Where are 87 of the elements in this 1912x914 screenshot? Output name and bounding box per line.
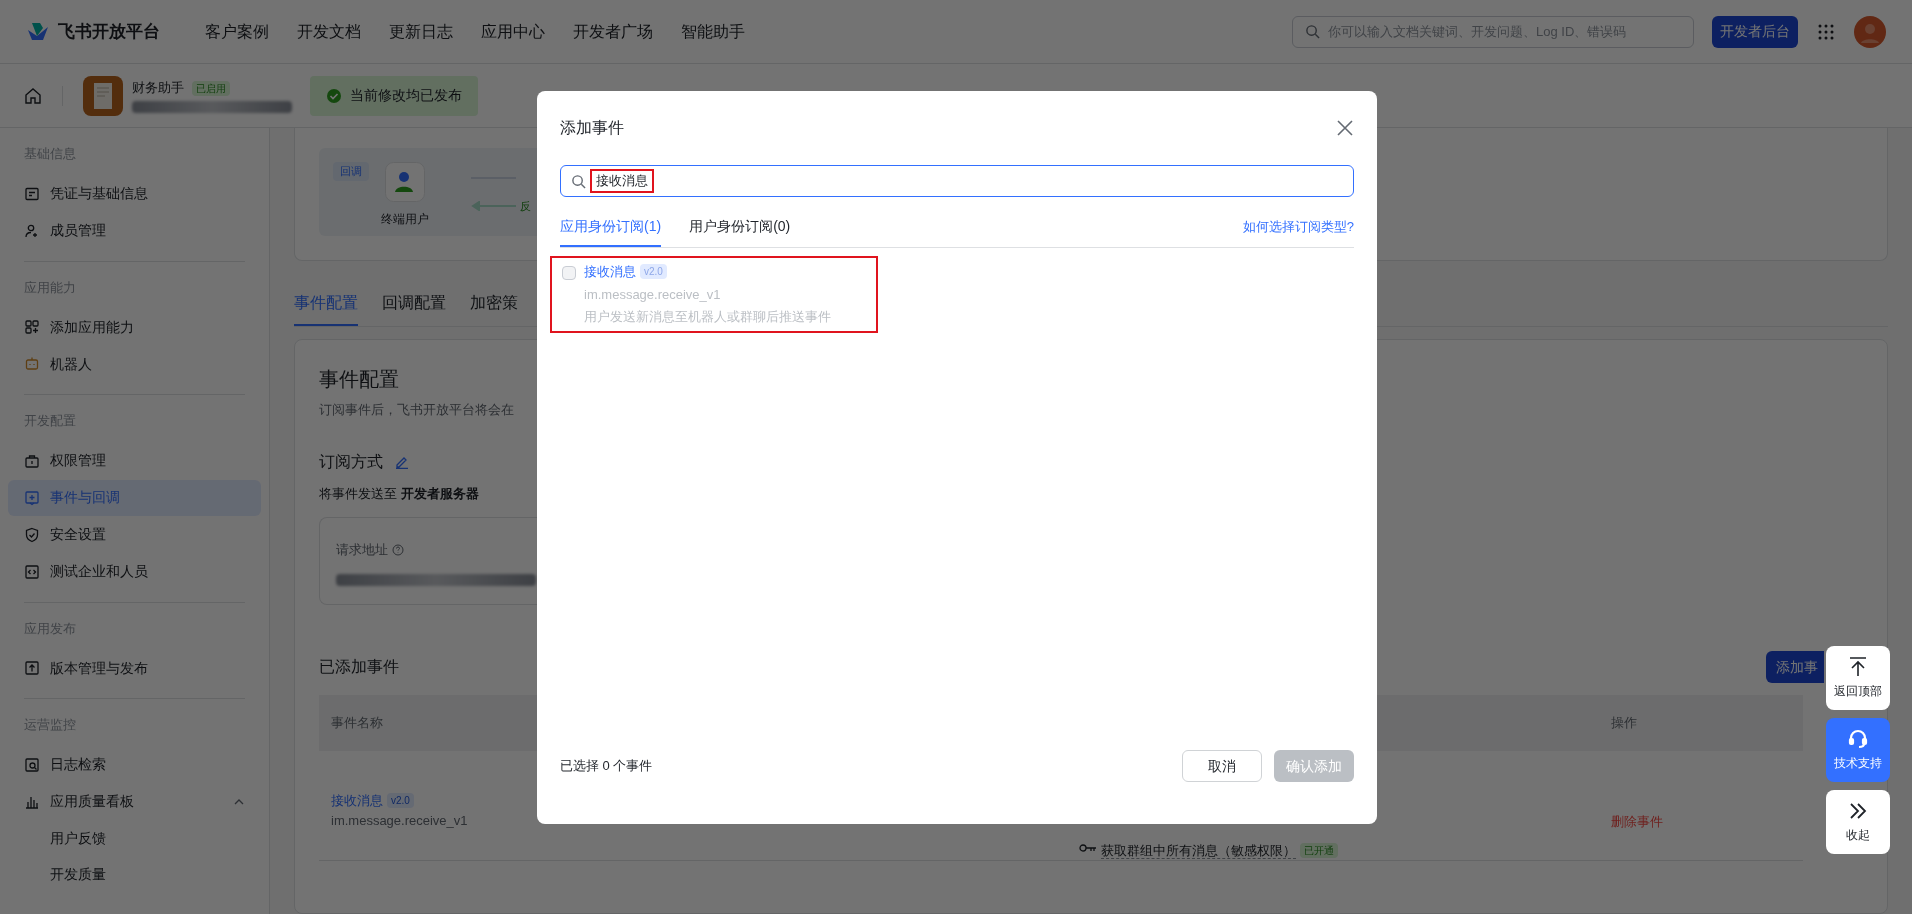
event-description: 用户发送新消息至机器人或群聊后推送事件 [584, 308, 831, 326]
sidebar-item[interactable]: 版本管理与发布 [8, 650, 261, 686]
search-icon [1305, 24, 1320, 39]
event-key: im.message.receive_v1 [331, 810, 1079, 830]
lock-icon [24, 452, 40, 469]
permission-text: 获取群组中所有消息（敏感权限） [1101, 843, 1296, 859]
log-search-icon [24, 756, 40, 773]
home-icon[interactable] [24, 86, 42, 105]
robot-icon [24, 356, 40, 372]
event-option[interactable]: 接收消息 v2.0 im.message.receive_v1 用户发送新消息至机器人或群聊后推送事件 [550, 256, 878, 333]
grid-icon [24, 319, 40, 335]
arrow-up-icon [1847, 656, 1869, 678]
selected-count: 已选择 0 个事件 [560, 757, 654, 775]
app-name: 财务助手 [132, 79, 184, 98]
sidebar-item[interactable]: 安全设置 [8, 516, 261, 553]
publish-status: 当前修改均已发布 [310, 75, 478, 116]
tab[interactable]: 用户身份订阅(0) [689, 207, 791, 247]
logo-icon [26, 21, 50, 42]
help-icon[interactable] [392, 543, 404, 556]
subscribe-title: 订阅方式 [319, 451, 383, 472]
sidebar-item[interactable]: 用户反馈 [24, 820, 245, 857]
user-label: 终端用户 [381, 211, 429, 228]
status-tag: 已启用 [192, 80, 230, 96]
search-value: 接收消息 [590, 169, 654, 193]
headset-icon [1847, 728, 1869, 750]
console-button[interactable]: 开发者后台 [1712, 15, 1798, 48]
sidebar-item[interactable]: 添加应用能力 [8, 309, 261, 345]
section-heading: 事件配置 [319, 367, 400, 392]
sidebar-item[interactable]: 权限管理 [8, 442, 261, 479]
float-button[interactable]: 技术支持 [1826, 718, 1890, 782]
version-tag: v2.0 [387, 793, 414, 809]
key-icon [1079, 843, 1097, 853]
user-plus-icon [24, 222, 40, 239]
column-header: 操作 [1611, 714, 1638, 733]
delete-link[interactable]: 删除事件 [1611, 814, 1663, 829]
nav-link[interactable]: 开发者广场 [573, 19, 653, 44]
tab[interactable]: 回调配置 [382, 291, 446, 326]
checkbox[interactable] [562, 266, 576, 280]
float-button[interactable]: 收起 [1826, 790, 1890, 854]
app-icon [83, 75, 123, 116]
sidebar-item[interactable]: 成员管理 [8, 212, 261, 249]
arrow-left-icon [471, 201, 516, 212]
nav-link[interactable]: 开发文档 [297, 19, 361, 44]
event-name: 接收消息 [584, 263, 636, 281]
apps-grid-icon[interactable] [1818, 23, 1834, 40]
user-icon [385, 162, 425, 202]
column-header: 事件名称 [331, 714, 384, 733]
event-icon [24, 489, 40, 506]
nav-link[interactable]: 客户案例 [205, 19, 269, 44]
add-event-button[interactable]: 添加事 [1766, 651, 1824, 683]
sidebar-item[interactable]: 凭证与基础信息 [8, 175, 261, 212]
nav-link[interactable]: 智能助手 [681, 19, 745, 44]
sidebar-item[interactable]: 开发质量 [24, 856, 245, 893]
search-field[interactable]: 接收消息 [560, 165, 1354, 197]
tab[interactable]: 事件配置 [294, 291, 358, 326]
description: 订阅事件后，飞书开放平台将会在 [319, 401, 515, 419]
tab[interactable]: 应用身份订阅(1) [560, 207, 662, 247]
code-icon [24, 563, 40, 580]
logo-text: 飞书开放平台 [58, 20, 160, 43]
nav-link[interactable]: 应用中心 [481, 19, 545, 44]
dialog-title: 添加事件 [560, 118, 624, 138]
close-icon[interactable] [1336, 119, 1354, 137]
sidebar-item[interactable]: 事件与回调 [8, 479, 261, 516]
help-link[interactable]: 如何选择订阅类型? [1242, 217, 1354, 237]
event-key: im.message.receive_v1 [584, 284, 831, 304]
sidebar-item[interactable]: 测试企业和人员 [8, 553, 261, 590]
avatar[interactable] [1854, 15, 1886, 48]
card-icon [24, 185, 40, 202]
sidebar-item[interactable]: 日志检索 [8, 746, 261, 783]
check-circle-icon [326, 87, 342, 104]
tab[interactable]: 加密策 [470, 291, 518, 326]
upload-icon [24, 660, 40, 676]
cancel-button[interactable]: 取消 [1182, 750, 1262, 782]
callback-tag: 回调 [333, 162, 369, 181]
version-tag: v2.0 [640, 264, 667, 280]
sidebar-item[interactable]: 机器人 [8, 346, 261, 382]
float-button[interactable]: 返回顶部 [1826, 646, 1890, 710]
status-tag: 已开通 [1300, 843, 1338, 858]
send-to-text: 将事件发送至 开发者服务器 [319, 484, 480, 503]
event-link[interactable]: 接收消息 [331, 791, 383, 811]
arrow-label: 反 [520, 199, 531, 214]
search-icon [571, 173, 586, 189]
sidebar-item[interactable]: 应用质量看板 [8, 783, 261, 820]
nav-link[interactable]: 更新日志 [389, 19, 453, 44]
url-label: 请求地址 [336, 541, 388, 559]
shield-icon [24, 526, 40, 543]
added-events-title: 已添加事件 [319, 657, 399, 677]
